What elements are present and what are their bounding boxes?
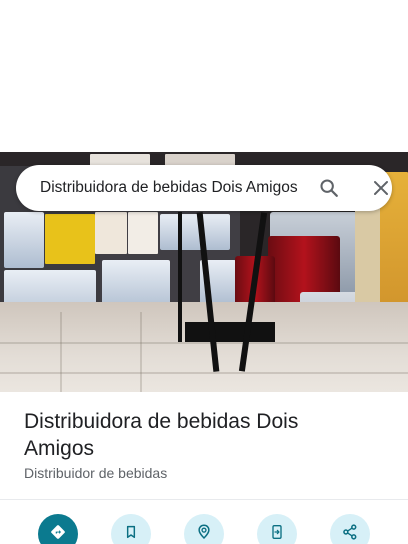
save-button[interactable] bbox=[111, 514, 151, 544]
directions-button[interactable] bbox=[38, 514, 78, 544]
search-bar[interactable]: Distribuidora de bebidas Dois Amigos bbox=[16, 165, 392, 211]
photo-shape bbox=[178, 212, 182, 342]
photo-shape bbox=[185, 322, 275, 342]
close-icon[interactable] bbox=[369, 176, 393, 200]
nearby-button[interactable] bbox=[184, 514, 224, 544]
photo-shape bbox=[60, 312, 62, 392]
photo-shape bbox=[4, 212, 44, 268]
photo-shape bbox=[160, 214, 230, 250]
divider bbox=[0, 499, 408, 500]
photo-shape bbox=[140, 312, 142, 392]
place-page: Distribuidora de bebidas Dois Amigos Dis… bbox=[0, 0, 408, 544]
place-category: Distribuidor de bebidas bbox=[24, 465, 168, 481]
action-bar bbox=[0, 514, 408, 544]
search-icon[interactable] bbox=[317, 176, 341, 200]
send-to-phone-icon bbox=[269, 523, 285, 544]
nearby-icon bbox=[195, 523, 213, 544]
photo-shape bbox=[45, 214, 95, 264]
search-input[interactable]: Distribuidora de bebidas Dois Amigos bbox=[40, 178, 304, 198]
photo-shape bbox=[128, 212, 158, 254]
place-title: Distribuidora de bebidas Dois Amigos bbox=[24, 410, 299, 460]
share-icon bbox=[341, 523, 359, 544]
save-bookmark-icon bbox=[123, 524, 139, 544]
directions-icon bbox=[49, 523, 67, 544]
photo-shape bbox=[95, 212, 127, 254]
send-to-phone-button[interactable] bbox=[257, 514, 297, 544]
share-button[interactable] bbox=[330, 514, 370, 544]
